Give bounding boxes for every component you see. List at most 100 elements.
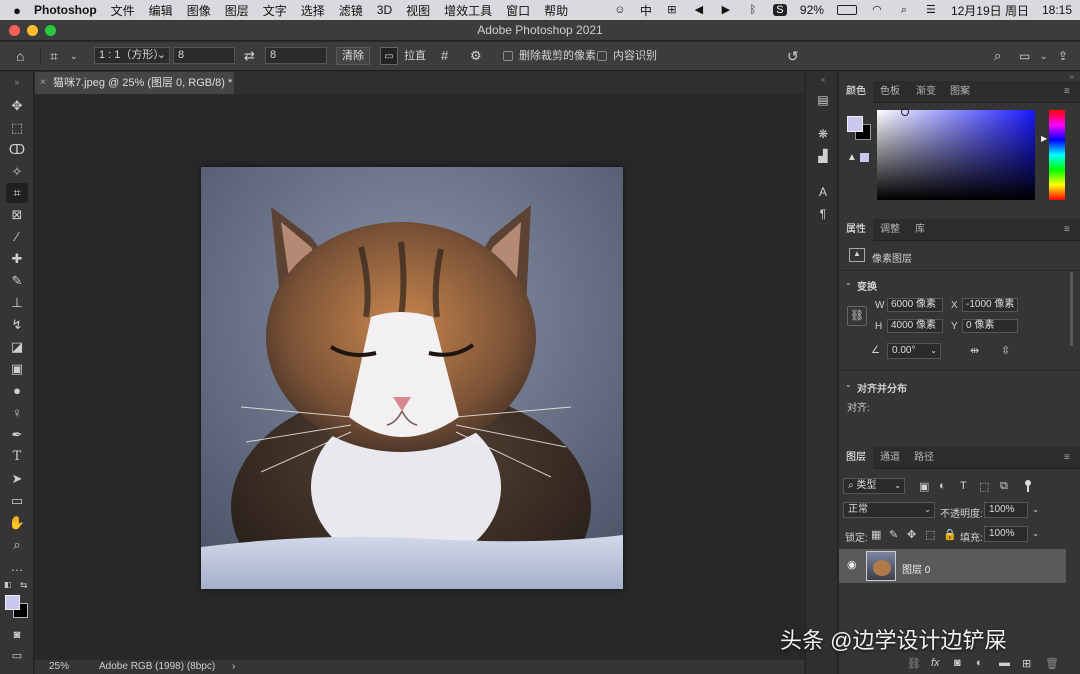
collapse-icon[interactable]: » bbox=[6, 72, 28, 92]
lock-all-icon[interactable]: 🔒 bbox=[943, 528, 957, 541]
close-tab-icon[interactable]: × bbox=[40, 72, 46, 94]
menu-help[interactable]: 帮助 bbox=[544, 2, 568, 19]
chevron-down-icon[interactable]: ⌄ bbox=[1040, 47, 1048, 65]
marquee-tool-icon[interactable]: ⬚ bbox=[6, 118, 28, 138]
spotlight-icon[interactable]: ⌕ bbox=[897, 4, 911, 16]
cat-photo[interactable] bbox=[201, 167, 623, 589]
warning-icon[interactable]: ▲ bbox=[847, 152, 857, 163]
volume-icon[interactable]: ◀ bbox=[692, 4, 706, 16]
stamp-tool-icon[interactable]: ⊥ bbox=[6, 293, 28, 313]
properties-scrollbar[interactable] bbox=[1070, 272, 1073, 346]
hue-slider-handle[interactable]: ▶ bbox=[1041, 134, 1047, 143]
brush-tool-icon[interactable]: ✎ bbox=[6, 271, 28, 291]
filter-shape-icon[interactable]: ⬚ bbox=[979, 480, 989, 493]
tab-color[interactable]: 颜色 bbox=[839, 81, 873, 103]
home-icon[interactable]: ⌂ bbox=[16, 47, 24, 65]
flip-horizontal-icon[interactable]: ⇹ bbox=[970, 344, 979, 357]
zoom-level[interactable]: 25% bbox=[49, 660, 69, 674]
straighten-label[interactable]: 拉直 bbox=[404, 47, 426, 65]
tab-adjustments[interactable]: 调整 bbox=[873, 219, 907, 241]
share-icon[interactable]: ⇪ bbox=[1058, 47, 1068, 65]
layer-name[interactable]: 图层 0 bbox=[902, 561, 930, 576]
panel-menu-icon[interactable]: ≡ bbox=[1064, 224, 1074, 235]
filter-type-icon[interactable]: T bbox=[960, 480, 967, 492]
play-icon[interactable]: ▶ bbox=[719, 4, 733, 16]
s-app-icon[interactable]: S bbox=[772, 4, 787, 16]
transform-title[interactable]: 变换 bbox=[857, 278, 877, 293]
crop-preset-icon[interactable]: ⌗ bbox=[50, 47, 58, 65]
hue-slider[interactable] bbox=[1049, 110, 1065, 200]
blur-tool-icon[interactable]: ● bbox=[6, 381, 28, 401]
frame-tool-icon[interactable]: ⊠ bbox=[6, 205, 28, 225]
input-method[interactable]: 中 bbox=[640, 2, 652, 19]
panel-menu-icon[interactable]: ≡ bbox=[1064, 86, 1074, 97]
brush-settings-icon[interactable]: ❋ bbox=[815, 126, 831, 142]
chevron-down-icon[interactable]: ⌄ bbox=[845, 278, 852, 287]
tab-channels[interactable]: 通道 bbox=[873, 447, 907, 469]
opacity-input[interactable]: 100% ⌄ bbox=[984, 502, 1039, 518]
character-panel-icon[interactable]: A bbox=[815, 184, 831, 200]
fill-input[interactable]: 100% ⌄ bbox=[984, 526, 1039, 542]
chevron-down-icon[interactable]: ⌄ bbox=[845, 380, 852, 389]
lock-position-icon[interactable]: ✥ bbox=[907, 528, 916, 541]
close-window-button[interactable] bbox=[9, 25, 20, 36]
default-colors-icon[interactable]: ◧ bbox=[4, 580, 12, 589]
menu-file[interactable]: 文件 bbox=[111, 2, 135, 19]
menu-view[interactable]: 视图 bbox=[406, 2, 430, 19]
filter-pixel-icon[interactable]: ▣ bbox=[919, 480, 929, 493]
panel-menu-icon[interactable]: ≡ bbox=[1064, 452, 1074, 463]
layer-filter-select[interactable]: ⌕ 类型 ⌄ bbox=[843, 478, 905, 494]
width-input[interactable]: 6000 像素 bbox=[887, 298, 943, 312]
menu-layer[interactable]: 图层 bbox=[225, 2, 249, 19]
lasso-tool-icon[interactable]: ↀ bbox=[6, 140, 28, 160]
menu-select[interactable]: 选择 bbox=[301, 2, 325, 19]
add-mask-icon[interactable]: ◙ bbox=[954, 657, 961, 669]
foreground-color-swatch[interactable] bbox=[847, 116, 863, 132]
fx-icon[interactable]: fx bbox=[931, 657, 940, 669]
tab-patterns[interactable]: 图案 bbox=[943, 81, 977, 103]
align-title[interactable]: 对齐并分布 bbox=[857, 380, 907, 395]
new-layer-icon[interactable]: ⊞ bbox=[1022, 657, 1031, 670]
delete-cropped-checkbox[interactable] bbox=[503, 51, 513, 61]
chevron-right-icon[interactable]: › bbox=[232, 660, 235, 674]
grid-status-icon[interactable]: ⊞ bbox=[665, 4, 679, 16]
menu-type[interactable]: 文字 bbox=[263, 2, 287, 19]
height-input[interactable]: 4000 像素 bbox=[887, 319, 943, 333]
battery-icon[interactable] bbox=[836, 5, 857, 15]
more-tools-icon[interactable]: … bbox=[6, 557, 28, 577]
paragraph-panel-icon[interactable]: ¶ bbox=[815, 206, 831, 222]
menu-3d[interactable]: 3D bbox=[377, 3, 392, 17]
chevron-down-icon[interactable]: ⌄ bbox=[1032, 527, 1039, 541]
chevron-down-icon[interactable]: ⌄ bbox=[1032, 503, 1039, 517]
wifi-icon[interactable]: ◠ bbox=[870, 4, 884, 16]
crop-width-input[interactable]: 8 bbox=[173, 47, 235, 64]
eraser-tool-icon[interactable]: ◪ bbox=[6, 337, 28, 357]
tab-gradients[interactable]: 渐变 bbox=[909, 81, 943, 103]
magic-wand-tool-icon[interactable]: ✧ bbox=[6, 162, 28, 182]
zoom-window-button[interactable] bbox=[45, 25, 56, 36]
collapse-icon[interactable]: « bbox=[815, 72, 831, 88]
minimize-window-button[interactable] bbox=[27, 25, 38, 36]
gear-icon[interactable]: ⚙ bbox=[470, 47, 482, 65]
clear-button[interactable]: 清除 bbox=[336, 47, 370, 65]
crop-height-input[interactable]: 8 bbox=[265, 47, 327, 64]
eyedropper-tool-icon[interactable]: ⁄ bbox=[6, 227, 28, 247]
adjustment-layer-icon[interactable]: ◐ bbox=[976, 657, 983, 669]
group-folder-icon[interactable]: ▬ bbox=[999, 657, 1010, 669]
pen-tool-icon[interactable]: ✒ bbox=[6, 425, 28, 445]
zoom-tool-icon[interactable]: ⌕ bbox=[6, 535, 28, 555]
lock-transparent-icon[interactable]: ▦ bbox=[871, 528, 881, 541]
control-center-icon[interactable]: ☰ bbox=[924, 4, 938, 16]
chevron-down-icon[interactable]: ⌄ bbox=[70, 47, 78, 65]
dodge-tool-icon[interactable]: ♀ bbox=[6, 403, 28, 423]
healing-brush-icon[interactable]: ✚ bbox=[6, 249, 28, 269]
flip-vertical-icon[interactable]: ⇳ bbox=[1001, 344, 1010, 357]
straighten-icon[interactable]: ▭ bbox=[380, 47, 398, 65]
tab-layers[interactable]: 图层 bbox=[839, 447, 873, 469]
apple-menu-icon[interactable]: ● bbox=[0, 3, 34, 18]
collapse-icon[interactable]: » bbox=[1070, 72, 1074, 81]
histogram-icon[interactable]: ▟ bbox=[815, 148, 831, 164]
search-icon[interactable]: ⌕ bbox=[994, 47, 1001, 65]
workspace-icon[interactable]: ▭ bbox=[1019, 47, 1030, 65]
screen-mode-icon[interactable]: ▭ bbox=[6, 646, 28, 666]
